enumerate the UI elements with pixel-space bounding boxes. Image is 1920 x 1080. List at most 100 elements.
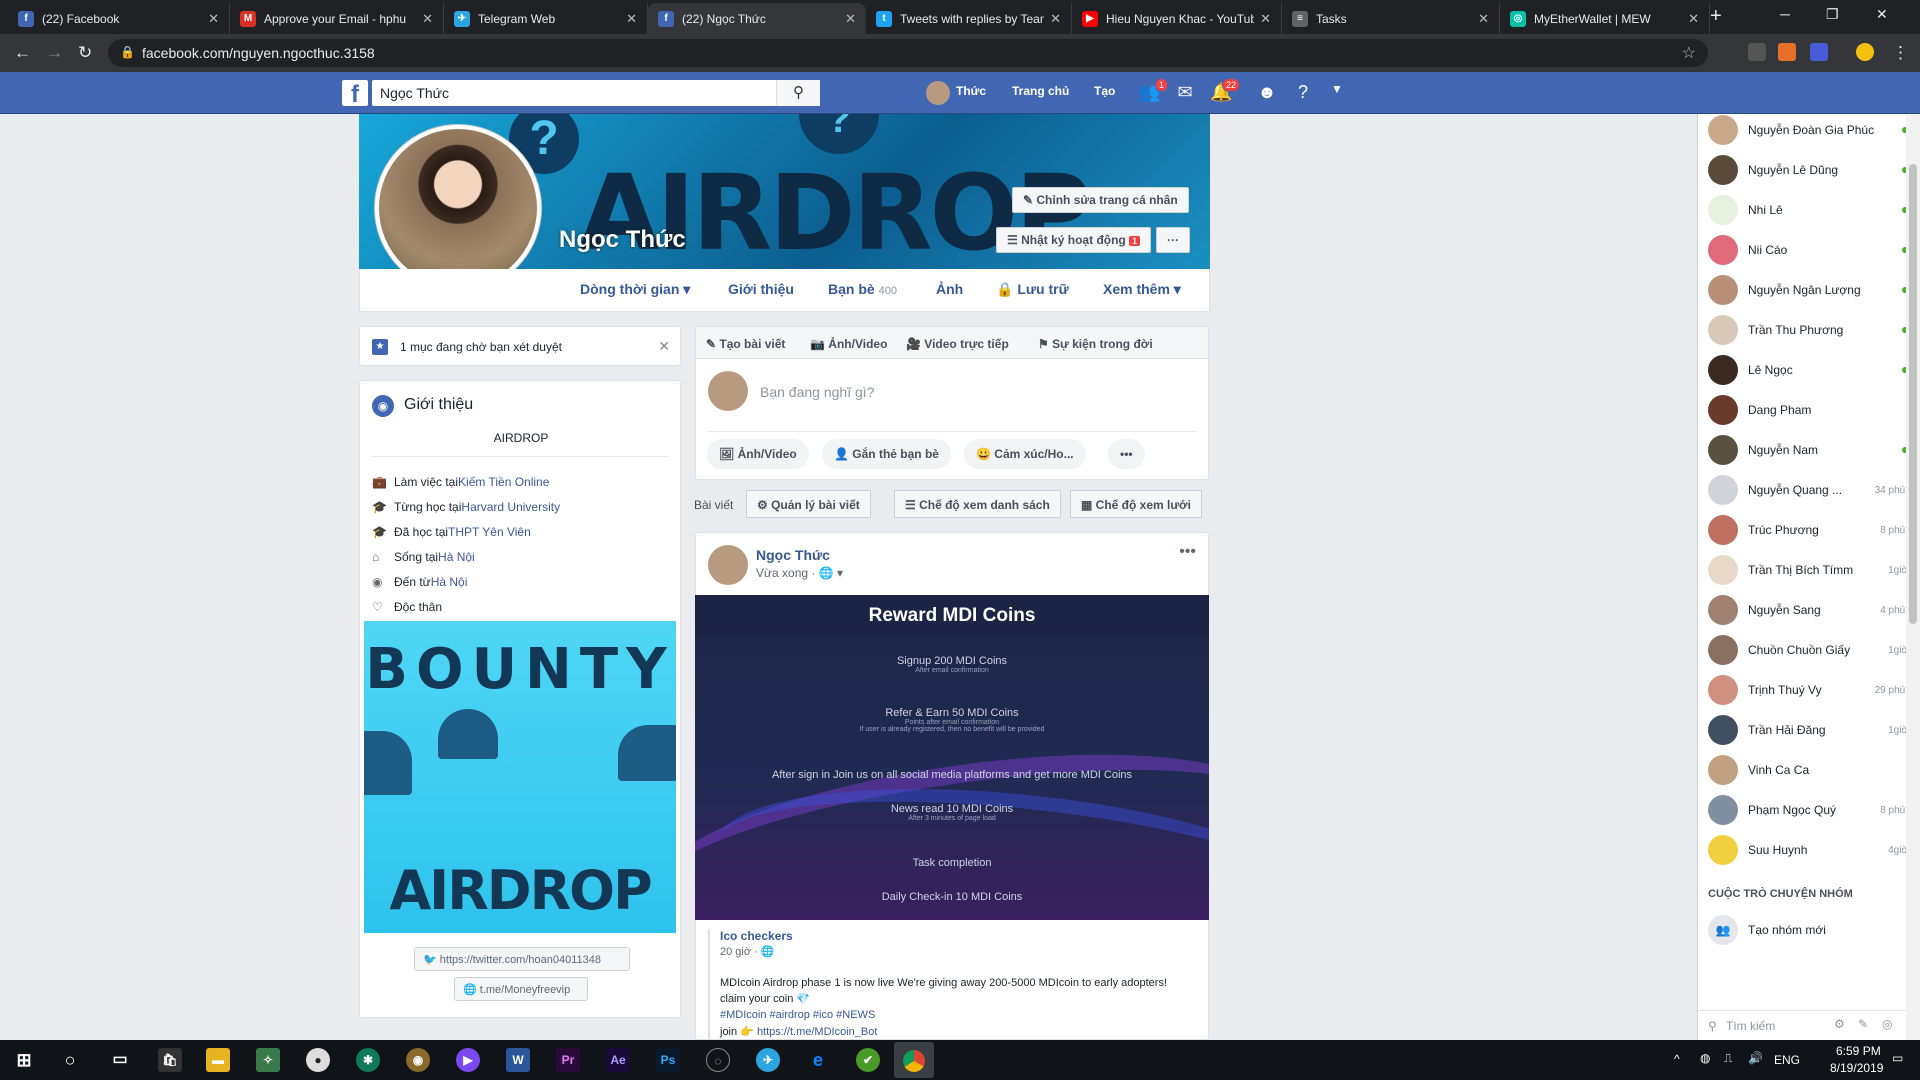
app-icon[interactable]: ◉: [406, 1048, 430, 1072]
browser-tab[interactable]: ✈ Telegram Web ✕: [444, 3, 648, 34]
account-menu-icon[interactable]: ▼: [1326, 82, 1348, 104]
search-input[interactable]: Ngọc Thức: [372, 80, 820, 106]
chat-friend[interactable]: Dang Pham: [1708, 394, 1908, 426]
close-tab-icon[interactable]: ✕: [208, 11, 219, 27]
search-icon[interactable]: ○: [58, 1048, 82, 1072]
close-tab-icon[interactable]: ✕: [845, 11, 856, 27]
post-image[interactable]: Reward MDI Coins Signup 200 MDI Coins Aft…: [695, 595, 1209, 920]
chat-friend[interactable]: Trúc Phương 8 phút: [1708, 514, 1908, 546]
back-icon[interactable]: ←: [14, 43, 31, 63]
chat-friend[interactable]: Lê Ngọc: [1708, 354, 1908, 386]
notification-center-icon[interactable]: ▭: [1892, 1051, 1903, 1065]
browser-tab[interactable]: ◎ MyEtherWallet | MEW ✕: [1500, 3, 1710, 34]
post-time[interactable]: Vừa xong · 🌐 ▾: [756, 566, 843, 580]
create-post-tab[interactable]: ✎ Tạo bài viết: [706, 337, 785, 351]
live-video-tab[interactable]: 🎥 Video trực tiếp: [906, 337, 1009, 351]
post-options-icon[interactable]: •••: [1179, 543, 1196, 561]
home-link[interactable]: Trang chủ: [1012, 84, 1069, 98]
windows-start-icon[interactable]: ⊞: [12, 1048, 36, 1072]
app-icon[interactable]: ✔: [856, 1048, 880, 1072]
chat-search-input[interactable]: Tìm kiếm: [1726, 1019, 1775, 1033]
intro-item-link[interactable]: THPT Yên Viên: [448, 525, 531, 539]
chat-friend[interactable]: Nguyễn Quang ... 34 phút: [1708, 474, 1908, 506]
photoshop-icon[interactable]: Ps: [656, 1048, 680, 1072]
chat-friend[interactable]: Nguyễn Sang 4 phút: [1708, 594, 1908, 626]
reload-icon[interactable]: ↻: [78, 43, 92, 63]
extension-icon[interactable]: [1810, 43, 1828, 61]
facebook-logo-icon[interactable]: f: [342, 80, 368, 106]
intro-item-link[interactable]: Hà Nội: [438, 550, 475, 564]
chat-friend[interactable]: Chuồn Chuồn Giấy 1giờ: [1708, 634, 1908, 666]
new-tab-button[interactable]: +: [1710, 5, 1722, 28]
close-tab-icon[interactable]: ✕: [422, 11, 433, 27]
language-indicator[interactable]: ENG: [1774, 1053, 1800, 1067]
more-options-button[interactable]: ···: [1156, 227, 1190, 253]
task-view-icon[interactable]: ▭: [108, 1048, 132, 1072]
grid-view-button[interactable]: ▦ Chế độ xem lưới: [1070, 490, 1202, 518]
telegram-icon[interactable]: ✈: [756, 1048, 780, 1072]
tab-timeline[interactable]: Dòng thời gian ▾: [580, 281, 690, 298]
shared-hashtags[interactable]: #MDIcoin #airdrop #ico #NEWS: [720, 1009, 875, 1021]
list-view-button[interactable]: ☰ Chế độ xem danh sách: [894, 490, 1061, 518]
bookmark-star-icon[interactable]: ☆: [1682, 43, 1696, 63]
messenger-icon[interactable]: ✉: [1174, 82, 1196, 104]
search-icon[interactable]: ⚲: [776, 80, 820, 106]
shared-source[interactable]: Ico checkers: [720, 929, 793, 943]
tab-more[interactable]: Xem thêm ▾: [1103, 281, 1181, 298]
create-link[interactable]: Tạo: [1094, 84, 1115, 98]
telegram-link[interactable]: 🌐 t.me/Moneyfreevip: [454, 977, 588, 1001]
avatar[interactable]: [708, 545, 748, 585]
groups-icon[interactable]: ☻: [1256, 82, 1278, 104]
tab-photos[interactable]: Ảnh: [936, 281, 963, 297]
feeling-button[interactable]: 😀 Cảm xúc/Ho...: [964, 439, 1086, 469]
browser-tab[interactable]: ▶ Hieu Nguyen Khac - YouTub ✕: [1072, 3, 1282, 34]
tag-friends-button[interactable]: 👤 Gắn thẻ bạn bè: [822, 439, 951, 469]
close-tab-icon[interactable]: ✕: [1478, 11, 1489, 27]
friend-requests-icon[interactable]: 👥 1: [1138, 78, 1168, 104]
app-icon[interactable]: ●: [306, 1048, 330, 1072]
chat-friend[interactable]: Nhi Lê: [1708, 194, 1908, 226]
tab-archive[interactable]: 🔒 Lưu trữ: [996, 281, 1069, 298]
app-icon[interactable]: ◌: [706, 1048, 730, 1072]
profile-name[interactable]: Ngọc Thức: [559, 226, 686, 254]
intro-item-link[interactable]: Harvard University: [461, 500, 560, 514]
compose-icon[interactable]: ✎: [1858, 1017, 1868, 1031]
close-tab-icon[interactable]: ✕: [1050, 11, 1061, 27]
close-tab-icon[interactable]: ✕: [626, 11, 637, 27]
life-event-tab[interactable]: ⚑ Sự kiện trong đời: [1038, 337, 1153, 351]
tray-up-icon[interactable]: ^: [1674, 1052, 1680, 1066]
shared-time[interactable]: 20 giờ · 🌐: [720, 945, 775, 958]
chat-friend[interactable]: Nii Cáo: [1708, 234, 1908, 266]
url-field[interactable]: 🔒 facebook.com/nguyen.ngocthuc.3158 ☆: [108, 39, 1708, 67]
metamask-icon[interactable]: [1778, 43, 1796, 61]
pending-review-card[interactable]: ★ 1 mục đang chờ bạn xét duyệt ✕: [359, 326, 681, 366]
extension-icon[interactable]: [1748, 43, 1766, 61]
status-input[interactable]: Bạn đang nghĩ gì?: [760, 384, 1180, 400]
media-player-icon[interactable]: ▶: [456, 1048, 480, 1072]
close-tab-icon[interactable]: ✕: [1260, 11, 1271, 27]
avatar[interactable]: [926, 81, 950, 105]
chat-friend[interactable]: Nguyễn Ngân Lượng: [1708, 274, 1908, 306]
edge-icon[interactable]: e: [806, 1048, 830, 1072]
browser-tab[interactable]: t Tweets with replies by Team ✕: [866, 3, 1072, 34]
profile-picture[interactable]: [374, 124, 542, 292]
notifications-icon[interactable]: 🔔 22: [1210, 78, 1240, 104]
help-icon[interactable]: ?: [1292, 82, 1314, 104]
intro-item-link[interactable]: Hà Nội: [431, 575, 468, 589]
bounty-image[interactable]: BOUNTY AIRDROP: [364, 621, 676, 933]
chat-friend[interactable]: Nguyễn Nam: [1708, 434, 1908, 466]
close-window-icon[interactable]: ✕: [1876, 6, 1888, 23]
video-call-icon[interactable]: ◎: [1882, 1017, 1892, 1031]
premiere-icon[interactable]: Pr: [556, 1048, 580, 1072]
chat-friend[interactable]: Nguyễn Đoàn Gia Phúc: [1708, 114, 1908, 146]
post-author[interactable]: Ngọc Thức: [756, 547, 830, 563]
photo-video-button[interactable]: 🖼 Ảnh/Video: [707, 439, 809, 469]
chat-friend[interactable]: Trịnh Thuý Vy 29 phút: [1708, 674, 1908, 706]
restore-icon[interactable]: ❐: [1826, 6, 1839, 23]
chat-friend[interactable]: Vinh Ca Ca: [1708, 754, 1908, 786]
tab-friends[interactable]: Bạn bè 400: [828, 281, 897, 297]
twitter-link[interactable]: 🐦 https://twitter.com/hoan04011348: [414, 947, 630, 971]
chat-friend[interactable]: Trần Thu Phương: [1708, 314, 1908, 346]
avatar[interactable]: [1856, 43, 1874, 61]
file-explorer-icon[interactable]: ▬: [206, 1048, 230, 1072]
